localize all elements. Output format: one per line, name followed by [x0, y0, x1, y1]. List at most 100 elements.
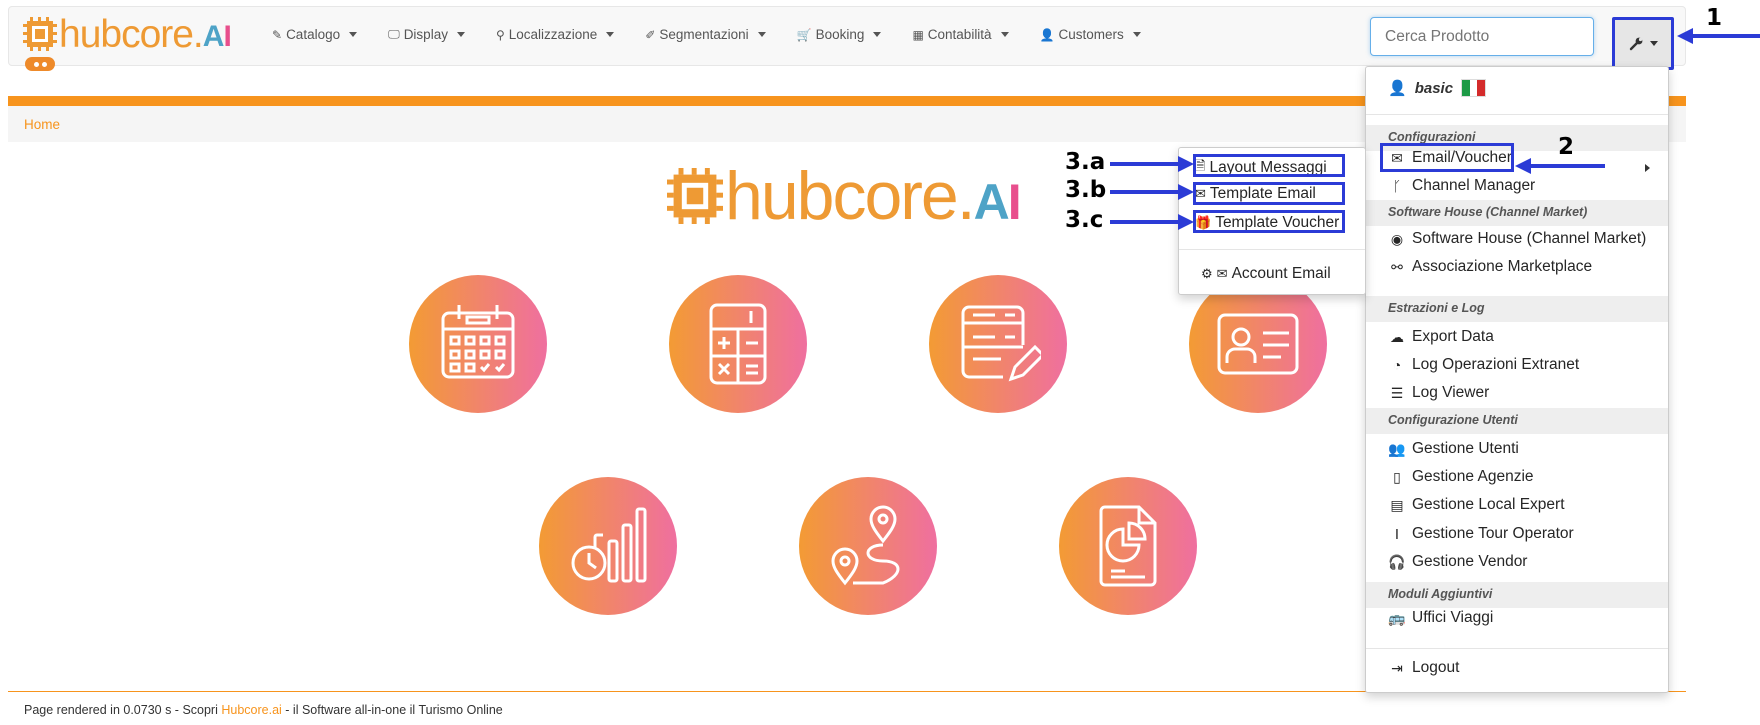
route-tile[interactable] — [799, 477, 937, 615]
highlight-template-email — [1193, 182, 1345, 205]
annotation-arrow-2 — [1515, 158, 1605, 174]
caret-down-icon — [456, 32, 465, 37]
pin-icon: ✐ — [645, 27, 656, 42]
section-moduli: Moduli Aggiuntivi — [1366, 582, 1668, 608]
brand-logo[interactable]: hubcore. AI — [23, 12, 232, 56]
wrench-icon — [1629, 37, 1643, 50]
document-chart-icon — [1099, 505, 1157, 587]
envelope-o-icon: ✉ — [1216, 266, 1228, 281]
highlight-layout — [1193, 154, 1345, 177]
menu-logout[interactable]: ⇥ Logout — [1388, 659, 1459, 677]
nav-customers[interactable]: 👤 Customers — [1040, 27, 1141, 42]
cart-icon: 🛒 — [796, 27, 812, 42]
caret-down-icon — [1000, 32, 1009, 37]
tools-menu-button[interactable] — [1612, 17, 1674, 70]
id-card-icon — [1217, 313, 1299, 375]
submenu-account-email[interactable]: ⚙ ✉ Account Email — [1201, 265, 1331, 283]
annotation-arrow-3a — [1110, 156, 1194, 172]
annotation-arrow-3c — [1110, 214, 1194, 230]
section-software-house: Software House (Channel Market) — [1366, 200, 1668, 226]
menu-log-viewer[interactable]: ☰ Log Viewer — [1388, 384, 1490, 402]
brand-ai: AI — [202, 20, 232, 53]
menu-gestione-vendor[interactable]: 🎧 Gestione Vendor — [1388, 553, 1527, 571]
logout-icon: ⇥ — [1391, 659, 1403, 676]
nav-segmentazioni[interactable]: ✐ Segmentazioni — [645, 27, 766, 42]
search-input[interactable] — [1370, 17, 1594, 56]
section-config-utenti: Configurazione Utenti — [1366, 408, 1668, 434]
sidebar-toggle[interactable] — [25, 57, 55, 71]
record-icon: ◉ — [1390, 230, 1404, 247]
divider — [1179, 249, 1365, 250]
divider — [1366, 114, 1668, 115]
calculator-tile[interactable] — [669, 275, 807, 413]
edit-icon: ✎ — [272, 27, 283, 42]
divider — [1366, 648, 1668, 649]
annotation-arrow-3b — [1110, 184, 1194, 200]
menu-log-extranet[interactable]: ◔ Log Operazioni Extranet — [1388, 356, 1579, 374]
menu-gestione-local[interactable]: ▤ Gestione Local Expert — [1388, 496, 1564, 514]
nav-localizzazione[interactable]: ⚲ Localizzazione — [495, 27, 615, 42]
annotation-3a: 3.a — [1065, 149, 1106, 175]
caret-down-icon — [606, 32, 615, 37]
section-estrazioni: Estrazioni e Log — [1366, 296, 1668, 322]
calendar-icon — [441, 305, 515, 379]
italy-flag-icon — [1461, 79, 1487, 97]
text-cursor-icon: Ⅰ — [1394, 525, 1400, 542]
caret-down-icon — [349, 32, 358, 37]
user-info: 👤 basic — [1388, 79, 1487, 97]
nav-booking[interactable]: 🛒 Booking — [797, 27, 882, 42]
cloud-download-icon: ☁ — [1390, 328, 1404, 345]
caret-down-icon — [873, 32, 882, 37]
building-icon: ▯ — [1393, 468, 1401, 485]
map-marker-icon: ⚲ — [495, 27, 505, 42]
list-icon: ☰ — [1390, 384, 1404, 401]
nav-display[interactable]: 🖵 Display — [388, 27, 465, 42]
calendar-tile[interactable] — [409, 275, 547, 413]
submenu-arrow-icon — [1645, 164, 1650, 172]
annotation-arrow-1 — [1677, 28, 1760, 44]
menu-software-house[interactable]: ◉ Software House (Channel Market) — [1388, 230, 1646, 248]
footer-link[interactable]: Hubcore.ai — [221, 703, 281, 717]
menu-gestione-utenti[interactable]: 👥 Gestione Utenti — [1388, 440, 1519, 458]
calculator-icon — [709, 303, 767, 385]
stats-clock-icon — [571, 507, 647, 583]
caret-down-icon — [1650, 41, 1658, 46]
user-icon: 👤 — [1388, 80, 1407, 97]
breadcrumb-home[interactable]: Home — [24, 117, 60, 132]
id-badge-icon: ▤ — [1390, 496, 1404, 513]
calculator-icon: ▦ — [912, 27, 924, 42]
menu-associazione[interactable]: ⚯ Associazione Marketplace — [1388, 258, 1592, 276]
menu-channel-manager[interactable]: ᚴ Channel Manager — [1388, 177, 1535, 195]
page: { "brand": {"logo_text": "hubcore.", "lo… — [0, 0, 1760, 725]
edit-form-icon — [961, 305, 1041, 382]
main-logo: hubcore. AI — [667, 158, 1022, 234]
annotation-3c: 3.c — [1065, 207, 1104, 233]
footer: Page rendered in 0.0730 s - Scopri Hubco… — [24, 703, 503, 717]
reports-tile[interactable] — [539, 477, 677, 615]
menu-export-data[interactable]: ☁ Export Data — [1388, 328, 1494, 346]
highlight-email-voucher — [1380, 143, 1514, 172]
id-card-tile[interactable] — [1189, 275, 1327, 413]
document-tile[interactable] — [1059, 477, 1197, 615]
nav-contabilita[interactable]: ▦ Contabilità — [912, 27, 1009, 42]
dashboard-icon: ◔ — [1392, 357, 1402, 373]
highlight-template-voucher — [1193, 210, 1345, 233]
forms-tile[interactable] — [929, 275, 1067, 413]
email-voucher-submenu: 🗎 Layout Messaggi ✉ Template Email 🎁 Templa… — [1178, 147, 1366, 295]
headphones-icon: 🎧 — [1388, 553, 1406, 570]
brand-name: hubcore. — [59, 12, 204, 56]
menu-gestione-tour[interactable]: Ⅰ Gestione Tour Operator — [1388, 525, 1574, 543]
caret-down-icon — [1132, 32, 1141, 37]
menu-uffici-viaggi[interactable]: 🚌 Uffici Viaggi — [1388, 609, 1493, 627]
annotation-3b: 3.b — [1065, 177, 1107, 203]
main-logo-name: hubcore. — [725, 158, 976, 234]
gears-icon: ⚙ — [1201, 266, 1213, 281]
chip-logo-icon — [23, 17, 57, 51]
top-navbar: hubcore. AI ✎ Catalogo 🖵 Display ⚲ Localizz… — [8, 6, 1686, 71]
bus-icon: 🚌 — [1388, 609, 1406, 626]
menu-gestione-agenzie[interactable]: ▯ Gestione Agenzie — [1388, 468, 1533, 486]
main-nav: ✎ Catalogo 🖵 Display ⚲ Localizzazione ✐ Segm… — [272, 27, 1172, 42]
link-icon: ⚯ — [1391, 258, 1403, 275]
nav-catalogo[interactable]: ✎ Catalogo — [272, 27, 358, 42]
route-map-icon — [831, 505, 900, 586]
